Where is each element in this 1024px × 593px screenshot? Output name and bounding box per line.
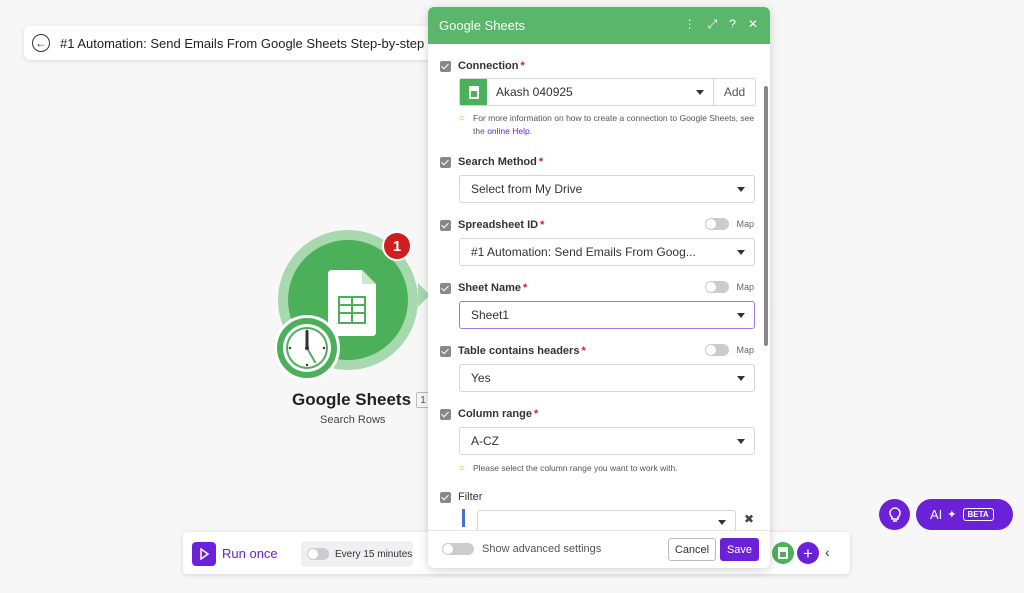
- column-range-hint: ○ Please select the column range you wan…: [459, 463, 678, 474]
- chevron-down-icon: [737, 376, 745, 381]
- spreadsheet-id-select[interactable]: #1 Automation: Send Emails From Goog...: [459, 238, 755, 266]
- error-count-badge[interactable]: 1: [382, 231, 412, 261]
- schedule-setting[interactable]: Every 15 minutes: [301, 541, 413, 567]
- dialog-title: Google Sheets: [439, 18, 526, 33]
- spreadsheet-id-checkbox[interactable]: [440, 220, 451, 231]
- sparkle-icon: ✦: [947, 509, 957, 521]
- schedule-toggle[interactable]: [307, 548, 329, 560]
- connection-select[interactable]: Akash 040925 Add: [459, 78, 756, 106]
- add-connection-button[interactable]: Add: [713, 79, 755, 105]
- connection-hint: ○ For more information on how to create …: [459, 113, 755, 136]
- sheet-name-label: Sheet Name: [458, 282, 521, 294]
- online-help-link[interactable]: online Help: [487, 126, 530, 136]
- dialog-scrollbar[interactable]: [764, 86, 768, 346]
- dialog-header: Google Sheets ⋮ ⤢ ? ✕: [428, 7, 770, 44]
- chevron-down-icon: [737, 250, 745, 255]
- schedule-label: Every 15 minutes: [335, 548, 413, 560]
- table-headers-map-toggle[interactable]: Map: [705, 344, 754, 356]
- table-headers-checkbox[interactable]: [440, 346, 451, 357]
- close-icon[interactable]: ✕: [748, 17, 758, 32]
- sheet-name-checkbox[interactable]: [440, 283, 451, 294]
- spreadsheet-id-label: Spreadsheet ID: [458, 219, 539, 231]
- help-icon[interactable]: ?: [729, 17, 736, 32]
- play-icon: [200, 548, 210, 560]
- hint-bulb-icon: ○: [459, 463, 466, 474]
- filter-group-marker: [462, 509, 465, 527]
- more-options-icon[interactable]: ⋮: [684, 17, 696, 32]
- beta-badge: BETA: [962, 508, 994, 521]
- filter-label: Filter: [458, 491, 483, 503]
- expand-icon[interactable]: ⤢: [708, 17, 718, 32]
- search-method-value: Select from My Drive: [471, 182, 583, 196]
- run-once-label[interactable]: Run once: [222, 546, 278, 561]
- connection-label: Connection: [458, 60, 519, 72]
- module-settings-dialog: Google Sheets ⋮ ⤢ ? ✕ Connection * Akash …: [428, 7, 770, 568]
- search-method-select[interactable]: Select from My Drive: [459, 175, 755, 203]
- connection-checkbox[interactable]: [440, 61, 451, 72]
- dialog-footer: Show advanced settings Cancel Save: [428, 530, 770, 568]
- scenario-title: #1 Automation: Send Emails From Google S…: [60, 35, 436, 51]
- sheet-name-map-toggle[interactable]: Map: [705, 281, 754, 293]
- scenario-title-bar: ← #1 Automation: Send Emails From Google…: [24, 26, 444, 60]
- filter-condition-select[interactable]: [477, 510, 736, 530]
- sheet-name-select[interactable]: Sheet1: [459, 301, 755, 329]
- chevron-down-icon: [718, 520, 726, 525]
- ai-assistant-button[interactable]: AI ✦ BETA: [916, 499, 1013, 530]
- chevron-down-icon: [696, 90, 704, 95]
- google-sheets-icon: [460, 79, 487, 105]
- spreadsheet-id-value: #1 Automation: Send Emails From Goog...: [471, 245, 696, 259]
- column-range-checkbox[interactable]: [440, 409, 451, 420]
- filter-checkbox[interactable]: [440, 492, 451, 503]
- ai-label: AI: [930, 507, 943, 522]
- search-method-label: Search Method: [458, 156, 537, 168]
- hint-bulb-icon: ○: [459, 113, 466, 124]
- remove-filter-icon[interactable]: ✖: [744, 512, 754, 526]
- column-range-label: Column range: [458, 408, 532, 420]
- table-headers-select[interactable]: Yes: [459, 364, 755, 392]
- connection-value: Akash 040925: [496, 85, 573, 99]
- advanced-settings-toggle[interactable]: Show advanced settings: [442, 543, 601, 555]
- table-headers-value: Yes: [471, 371, 491, 385]
- add-module-icon[interactable]: +: [797, 542, 819, 564]
- column-range-value: A-CZ: [471, 434, 499, 448]
- sheet-name-value: Sheet1: [471, 308, 510, 322]
- column-range-select[interactable]: A-CZ: [459, 427, 755, 455]
- schedule-clock-icon[interactable]: [274, 315, 340, 381]
- module-name: Google Sheets: [292, 390, 412, 409]
- advanced-settings-label: Show advanced settings: [482, 543, 602, 555]
- table-headers-label: Table contains headers: [458, 345, 580, 357]
- spreadsheet-id-map-toggle[interactable]: Map: [705, 218, 754, 230]
- google-sheets-app-icon[interactable]: [772, 542, 794, 564]
- back-arrow-icon[interactable]: ←: [32, 34, 50, 52]
- tips-bulb-icon[interactable]: [879, 499, 910, 530]
- dialog-body: Connection * Akash 040925 Add ○ For more …: [428, 44, 770, 530]
- collapse-chevron-icon[interactable]: ‹: [825, 544, 830, 560]
- chevron-down-icon: [737, 313, 745, 318]
- cancel-button[interactable]: Cancel: [668, 538, 716, 561]
- search-method-checkbox[interactable]: [440, 157, 451, 168]
- run-once-button[interactable]: [192, 542, 216, 566]
- save-button[interactable]: Save: [720, 538, 759, 561]
- chevron-down-icon: [737, 187, 745, 192]
- chevron-down-icon: [737, 439, 745, 444]
- module-action: Search Rows: [320, 414, 386, 426]
